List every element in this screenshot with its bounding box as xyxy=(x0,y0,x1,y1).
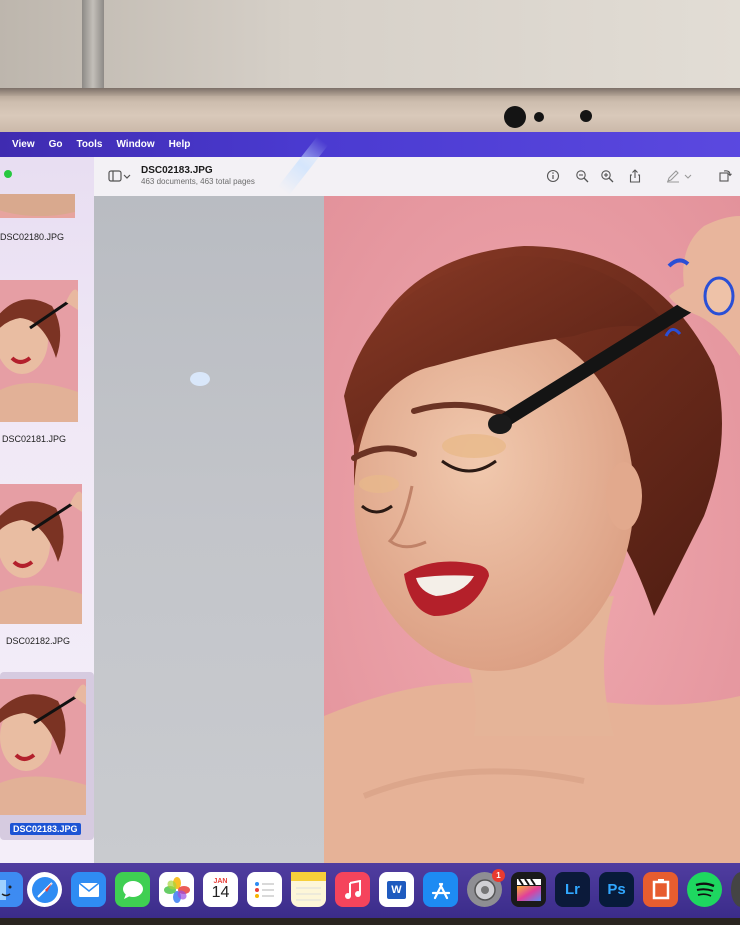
camera-lens xyxy=(504,106,526,128)
markup-icon[interactable] xyxy=(666,169,680,183)
final-cut-icon[interactable] xyxy=(511,872,546,907)
thumbnail-label: DSC02182.JPG xyxy=(6,636,71,646)
calendar-day: 14 xyxy=(211,884,230,901)
menu-help[interactable]: Help xyxy=(169,139,191,150)
info-icon[interactable] xyxy=(546,169,560,183)
thumbnail-label-selected: DSC02183.JPG xyxy=(10,823,81,835)
word-icon[interactable]: W xyxy=(379,872,414,907)
notes-icon[interactable] xyxy=(291,872,326,907)
presentation-icon[interactable] xyxy=(643,872,678,907)
laptop-screen: View Go Tools Window Help DSC02180.JPG D… xyxy=(0,132,740,918)
photos-icon[interactable] xyxy=(159,872,194,907)
zoom-in-icon[interactable] xyxy=(600,169,614,183)
mail-icon[interactable] xyxy=(71,872,106,907)
photoshop-icon[interactable]: Ps xyxy=(599,872,634,907)
rotate-icon[interactable] xyxy=(718,169,732,183)
safari-icon[interactable] xyxy=(27,872,62,907)
lightroom-text: Lr xyxy=(565,881,580,898)
menu-window[interactable]: Window xyxy=(116,139,154,150)
thumbnail-dsc02183[interactable] xyxy=(0,679,86,815)
chevron-down-icon[interactable] xyxy=(123,169,131,183)
laptop-bottom-edge xyxy=(0,918,740,925)
main-photo xyxy=(324,196,740,863)
reminders-icon[interactable] xyxy=(247,872,282,907)
document-title: DSC02183.JPG xyxy=(141,165,213,176)
dock: JAN 14 W 1 Lr Ps xyxy=(0,863,740,918)
thumbnail-label: DSC02181.JPG xyxy=(2,434,67,444)
lightroom-icon[interactable]: Lr xyxy=(555,872,590,907)
menu-tools[interactable]: Tools xyxy=(77,139,103,150)
menu-go[interactable]: Go xyxy=(49,139,63,150)
calendar-icon[interactable]: JAN 14 xyxy=(203,872,238,907)
notification-badge: 1 xyxy=(492,869,505,882)
camera-sensor xyxy=(534,112,544,122)
spotify-icon[interactable] xyxy=(687,872,722,907)
screen-reflection xyxy=(190,372,210,386)
document-subtitle: 463 documents, 463 total pages xyxy=(141,177,255,186)
finder-icon[interactable] xyxy=(0,872,23,907)
menu-view[interactable]: View xyxy=(12,139,35,150)
thumbnail-dsc02180[interactable] xyxy=(0,194,75,218)
word-letter: W xyxy=(387,880,406,899)
laptop-bezel xyxy=(0,88,740,134)
preview-toolbar: DSC02183.JPG 463 documents, 463 total pa… xyxy=(94,157,740,197)
zoom-out-icon[interactable] xyxy=(575,169,589,183)
background-wall xyxy=(0,0,740,96)
more-apps-icon[interactable] xyxy=(731,872,740,907)
thumbnail-sidebar[interactable]: DSC02180.JPG DSC02181.JPG DSC02182.JPG D… xyxy=(0,157,107,863)
menu-bar: View Go Tools Window Help xyxy=(0,132,740,157)
share-icon[interactable] xyxy=(628,169,642,183)
chevron-down-icon[interactable] xyxy=(684,169,692,183)
selected-filename: DSC02183.JPG xyxy=(10,823,81,835)
bezel-rim xyxy=(0,88,740,96)
background-pole xyxy=(82,0,104,96)
music-icon[interactable] xyxy=(335,872,370,907)
messages-icon[interactable] xyxy=(115,872,150,907)
app-store-icon[interactable] xyxy=(423,872,458,907)
sidebar-icon[interactable] xyxy=(108,169,122,183)
light-sensor xyxy=(580,110,592,122)
photoshop-text: Ps xyxy=(607,881,626,898)
window-zoom-button[interactable] xyxy=(4,170,12,178)
thumbnail-label: DSC02180.JPG xyxy=(0,232,65,242)
system-settings-icon[interactable]: 1 xyxy=(467,869,505,907)
viewer-canvas xyxy=(94,196,324,863)
thumbnail-dsc02181[interactable] xyxy=(0,280,78,422)
thumbnail-dsc02182[interactable] xyxy=(0,484,82,624)
